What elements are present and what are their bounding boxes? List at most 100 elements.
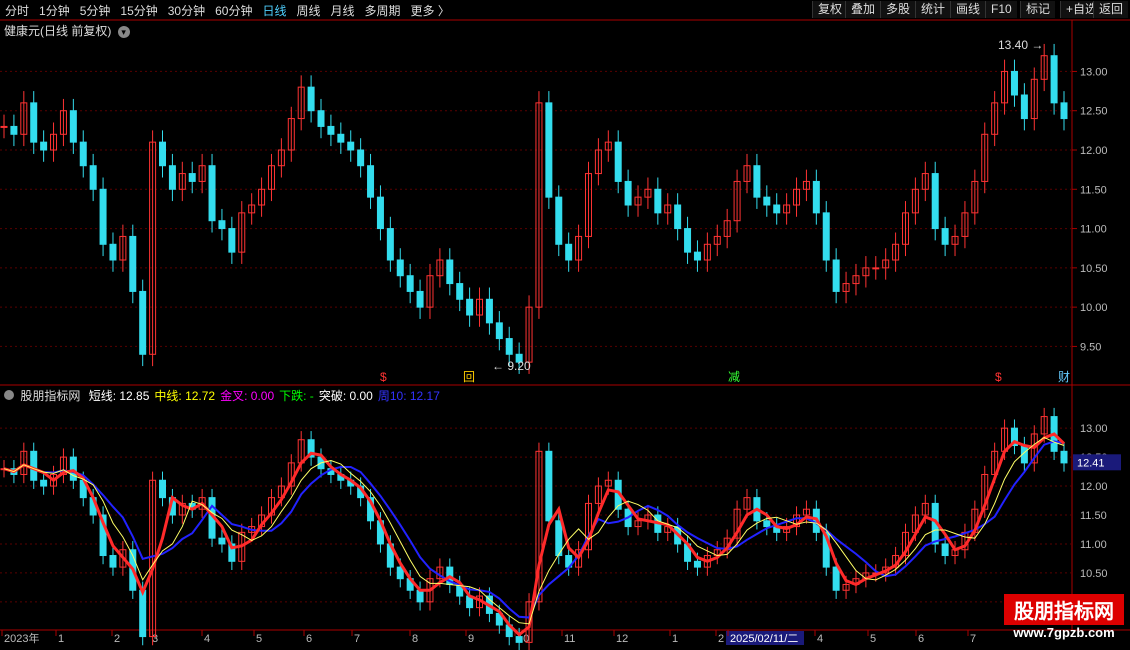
candle-body bbox=[693, 251, 701, 261]
x-tick-label: 2025/02/11/二 bbox=[730, 633, 798, 645]
y-tick-label: 12.50 bbox=[1080, 106, 1108, 118]
candle-body bbox=[822, 212, 830, 261]
y-tick-label: 10.50 bbox=[1080, 568, 1108, 580]
candle-body bbox=[376, 196, 384, 230]
watermark-logo: 股朋指标网 www.7gpzb.com bbox=[1004, 594, 1124, 646]
x-tick-label: 11 bbox=[564, 633, 575, 645]
x-tick-label: 5 bbox=[870, 633, 876, 645]
event-marker: 减 bbox=[728, 370, 740, 384]
x-tick-label: 2023年 bbox=[4, 631, 39, 645]
kline-chart: 13.00 12.50 12.00 11.50 11.00 10.50 10.00 9.50 1… bbox=[0, 19, 1130, 650]
y-tick-label: 11.50 bbox=[1080, 510, 1107, 522]
candle-body bbox=[347, 141, 355, 151]
candle-body bbox=[1060, 102, 1068, 120]
candle-body bbox=[1010, 70, 1018, 96]
candle-body bbox=[317, 110, 325, 127]
candle-body bbox=[396, 259, 404, 277]
candle-body bbox=[168, 165, 176, 190]
event-marker: 回 bbox=[463, 370, 475, 384]
candle-body bbox=[832, 259, 840, 292]
y-tick-label: 13.00 bbox=[1080, 66, 1108, 78]
candle-body bbox=[505, 338, 513, 355]
candle-body bbox=[218, 220, 226, 230]
candle-body bbox=[139, 290, 147, 355]
y-tick-label: 10.00 bbox=[1080, 302, 1108, 314]
candle-body bbox=[1020, 94, 1028, 120]
candle-body bbox=[337, 133, 345, 143]
x-tick-label: 7 bbox=[970, 633, 976, 645]
candle-body bbox=[129, 235, 137, 292]
candle-body bbox=[30, 102, 38, 143]
candle-body bbox=[466, 298, 474, 316]
candle-body bbox=[69, 110, 77, 143]
candle-body bbox=[545, 102, 553, 198]
y-tick-label: 11.00 bbox=[1080, 224, 1107, 236]
candle-body bbox=[684, 228, 692, 253]
ind-candle-body bbox=[416, 589, 424, 603]
y-tick-label: 11.50 bbox=[1080, 184, 1107, 196]
current-price-label: 12.41 bbox=[1077, 457, 1105, 469]
low-price-label: ← 9.20 bbox=[492, 359, 531, 373]
ind-candle-body bbox=[832, 566, 840, 591]
candle-body bbox=[485, 298, 493, 324]
ind-candle-body bbox=[941, 543, 949, 557]
candle-body bbox=[555, 196, 563, 245]
x-tick-label: 12 bbox=[616, 633, 628, 645]
candle-body bbox=[367, 165, 375, 198]
candle-body bbox=[40, 141, 48, 151]
x-tick-label: 1 bbox=[58, 633, 64, 645]
candle-body bbox=[99, 188, 107, 245]
candle-body bbox=[674, 204, 682, 230]
candle-body bbox=[357, 149, 365, 167]
candle-body bbox=[228, 228, 236, 253]
candle-body bbox=[208, 165, 216, 222]
y-tick-label: 9.50 bbox=[1080, 341, 1101, 353]
ind-candle-body bbox=[693, 560, 701, 568]
candle-body bbox=[624, 180, 632, 206]
candle-body bbox=[446, 259, 454, 285]
candle-body bbox=[416, 290, 424, 308]
candle-body bbox=[307, 86, 315, 112]
high-price-label: 13.40 → bbox=[998, 38, 1043, 52]
x-tick-label: 2 bbox=[114, 633, 120, 645]
candle-body bbox=[495, 322, 503, 340]
candle-body bbox=[10, 125, 18, 135]
x-tick-label: 4 bbox=[204, 633, 210, 645]
x-tick-label: 1 bbox=[672, 633, 678, 645]
candle-body bbox=[812, 180, 820, 214]
ind-candle-body bbox=[139, 589, 147, 638]
event-marker: 财 bbox=[1058, 370, 1070, 384]
ind-candle-body bbox=[545, 450, 553, 522]
candle-body bbox=[753, 165, 761, 198]
x-tick-label: 4 bbox=[817, 633, 823, 645]
x-tick-label: 6 bbox=[306, 633, 312, 645]
y-tick-label: 11.00 bbox=[1080, 539, 1107, 551]
ind-candle-body bbox=[1060, 450, 1068, 464]
x-tick-label: 5 bbox=[256, 633, 262, 645]
ind-candle-body bbox=[763, 520, 771, 528]
ind-candle-body bbox=[109, 555, 117, 568]
y-tick-label: 12.00 bbox=[1080, 145, 1108, 157]
x-tick-label: 2 bbox=[718, 633, 724, 645]
candle-body bbox=[614, 141, 622, 182]
ind-candle-body bbox=[515, 636, 523, 643]
candle-body bbox=[79, 141, 87, 167]
candle-body bbox=[188, 173, 196, 182]
ind-candle-body bbox=[218, 537, 226, 545]
candle-body bbox=[931, 173, 939, 230]
y-tick-label: 13.00 bbox=[1080, 423, 1108, 435]
candle-body bbox=[89, 165, 97, 190]
candle-body bbox=[327, 125, 335, 135]
candle-body bbox=[763, 196, 771, 206]
ind-candle-body bbox=[159, 479, 167, 499]
candle-body bbox=[773, 204, 781, 214]
candle-body bbox=[872, 267, 880, 270]
x-tick-label: 6 bbox=[918, 633, 924, 645]
x-tick-label: 9 bbox=[468, 633, 474, 645]
y-tick-label: 12.00 bbox=[1080, 481, 1108, 493]
candle-body bbox=[109, 243, 117, 261]
candle-body bbox=[565, 243, 573, 261]
x-tick-label: 7 bbox=[354, 633, 360, 645]
event-marker: $ bbox=[995, 370, 1002, 384]
x-tick-label: 8 bbox=[412, 633, 418, 645]
